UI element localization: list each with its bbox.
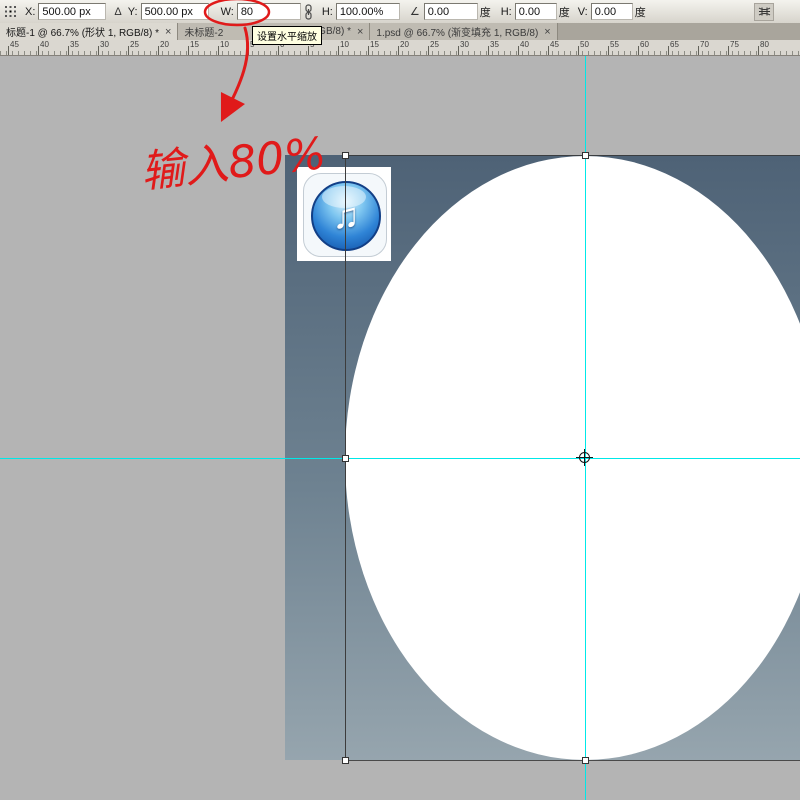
h-skew-degree-unit: 度: [559, 4, 570, 20]
x-label: X:: [25, 6, 35, 18]
ruler-tick: [758, 46, 759, 55]
ruler-tick: [548, 46, 549, 55]
rotate-angle-input[interactable]: [424, 3, 478, 20]
ruler-tick: [128, 46, 129, 55]
ruler-tick: [248, 46, 249, 55]
tab-document-1-close-icon[interactable]: ×: [165, 27, 171, 37]
document-tab-bar: 标题-1 @ 66.7% (形状 1, RGB/8) * × 未标题-2 12,…: [0, 23, 800, 41]
x-input[interactable]: [38, 3, 106, 20]
transform-options-bar: X: Δ Y: W: H: ∠ 度 H: 度 V: 度: [0, 0, 800, 24]
transform-box-bottom-edge[interactable]: [345, 760, 800, 761]
ruler-tick: [308, 46, 309, 55]
tab-document-1[interactable]: 标题-1 @ 66.7% (形状 1, RGB/8) * ×: [0, 23, 178, 40]
ruler-tick: [338, 46, 339, 55]
y-input[interactable]: [141, 3, 209, 20]
horizontal-guide[interactable]: [0, 458, 800, 459]
rotate-angle-icon: ∠: [410, 5, 420, 18]
vertical-guide[interactable]: [585, 55, 586, 800]
ruler-tick: [698, 46, 699, 55]
ruler-tick: [518, 46, 519, 55]
ruler-label: 25: [130, 41, 139, 49]
ruler-tick: [728, 46, 729, 55]
tab-document-1-label: 标题-1 @ 66.7% (形状 1, RGB/8) *: [6, 24, 159, 39]
ruler-label: 70: [700, 41, 709, 49]
transform-handle-bottom-center[interactable]: [582, 757, 589, 764]
ruler-tick: [218, 46, 219, 55]
ruler-tick: [398, 46, 399, 55]
tab-document-2-label-left: 未标题-2: [184, 24, 223, 39]
ruler-tick: [638, 46, 639, 55]
ruler-tick: [278, 46, 279, 55]
rotate-degree-unit: 度: [480, 4, 491, 20]
ruler-label: 80: [760, 41, 769, 49]
itunes-image-layer: ♫: [297, 167, 391, 261]
ruler-label: 10: [220, 41, 229, 49]
ruler-label: 10: [340, 41, 349, 49]
width-scale-input[interactable]: [237, 3, 301, 20]
ruler-tick: [608, 46, 609, 55]
ruler-label: 15: [190, 41, 199, 49]
width-label: W:: [221, 6, 234, 18]
h-skew-label: H:: [501, 6, 512, 18]
v-skew-label: V:: [578, 6, 588, 18]
v-skew-input[interactable]: [591, 3, 633, 20]
link-dimensions-icon[interactable]: [303, 4, 314, 20]
ruler-tick: [68, 46, 69, 55]
ruler-label: 65: [670, 41, 679, 49]
transform-handle-middle-left[interactable]: [342, 455, 349, 462]
ruler: 4540353025201510505101520253035404550556…: [0, 40, 800, 56]
v-skew-degree-unit: 度: [635, 4, 646, 20]
ruler-label: 30: [460, 41, 469, 49]
ruler-tick: [158, 46, 159, 55]
workspace-pasteboard[interactable]: ♫: [0, 55, 800, 800]
ruler-label: 30: [100, 41, 109, 49]
ruler-label: 55: [610, 41, 619, 49]
delta-icon: Δ: [114, 6, 121, 18]
ruler-tick: [368, 46, 369, 55]
ruler-tick: [578, 46, 579, 55]
ruler-label: 40: [40, 41, 49, 49]
height-label: H:: [322, 6, 333, 18]
ruler-tick: [8, 46, 9, 55]
tab-document-3[interactable]: 1.psd @ 66.7% (渐变填充 1, RGB/8) ×: [370, 23, 557, 40]
ruler-label: 35: [490, 41, 499, 49]
transform-box-top-edge[interactable]: [345, 155, 800, 156]
ruler-label: 15: [370, 41, 379, 49]
ruler-label: 45: [10, 41, 19, 49]
transform-handle-top-center[interactable]: [582, 152, 589, 159]
ruler-tick: [188, 46, 189, 55]
ruler-tick: [98, 46, 99, 55]
music-note-icon: ♫: [333, 198, 360, 234]
ruler-label: 60: [640, 41, 649, 49]
ruler-tick: [428, 46, 429, 55]
tab-document-3-close-icon[interactable]: ×: [544, 27, 550, 37]
ruler-label: 40: [520, 41, 529, 49]
ruler-label: 20: [160, 41, 169, 49]
transform-handle-top-left[interactable]: [342, 152, 349, 159]
tab-document-2-close-icon[interactable]: ×: [357, 27, 363, 37]
transform-reference-point-icon[interactable]: [579, 452, 590, 463]
reference-point-locator-icon[interactable]: [4, 5, 17, 18]
ruler-label: 35: [70, 41, 79, 49]
height-scale-input[interactable]: [336, 3, 400, 20]
tab-document-3-label: 1.psd @ 66.7% (渐变填充 1, RGB/8): [376, 24, 538, 39]
warp-mode-icon[interactable]: [754, 3, 774, 21]
ruler-label: 50: [580, 41, 589, 49]
y-label: Y:: [128, 6, 138, 18]
ruler-tick: [668, 46, 669, 55]
ruler-label: 20: [400, 41, 409, 49]
ruler-tick: [38, 46, 39, 55]
itunes-icon: ♫: [311, 181, 381, 251]
ruler-label: 75: [730, 41, 739, 49]
ruler-tick: [458, 46, 459, 55]
ruler-tick: [488, 46, 489, 55]
tooltip-set-horizontal-scale: 设置水平缩放: [252, 26, 322, 45]
ruler-label: 25: [430, 41, 439, 49]
ruler-label: 45: [550, 41, 559, 49]
h-skew-input[interactable]: [515, 3, 557, 20]
transform-handle-bottom-left[interactable]: [342, 757, 349, 764]
